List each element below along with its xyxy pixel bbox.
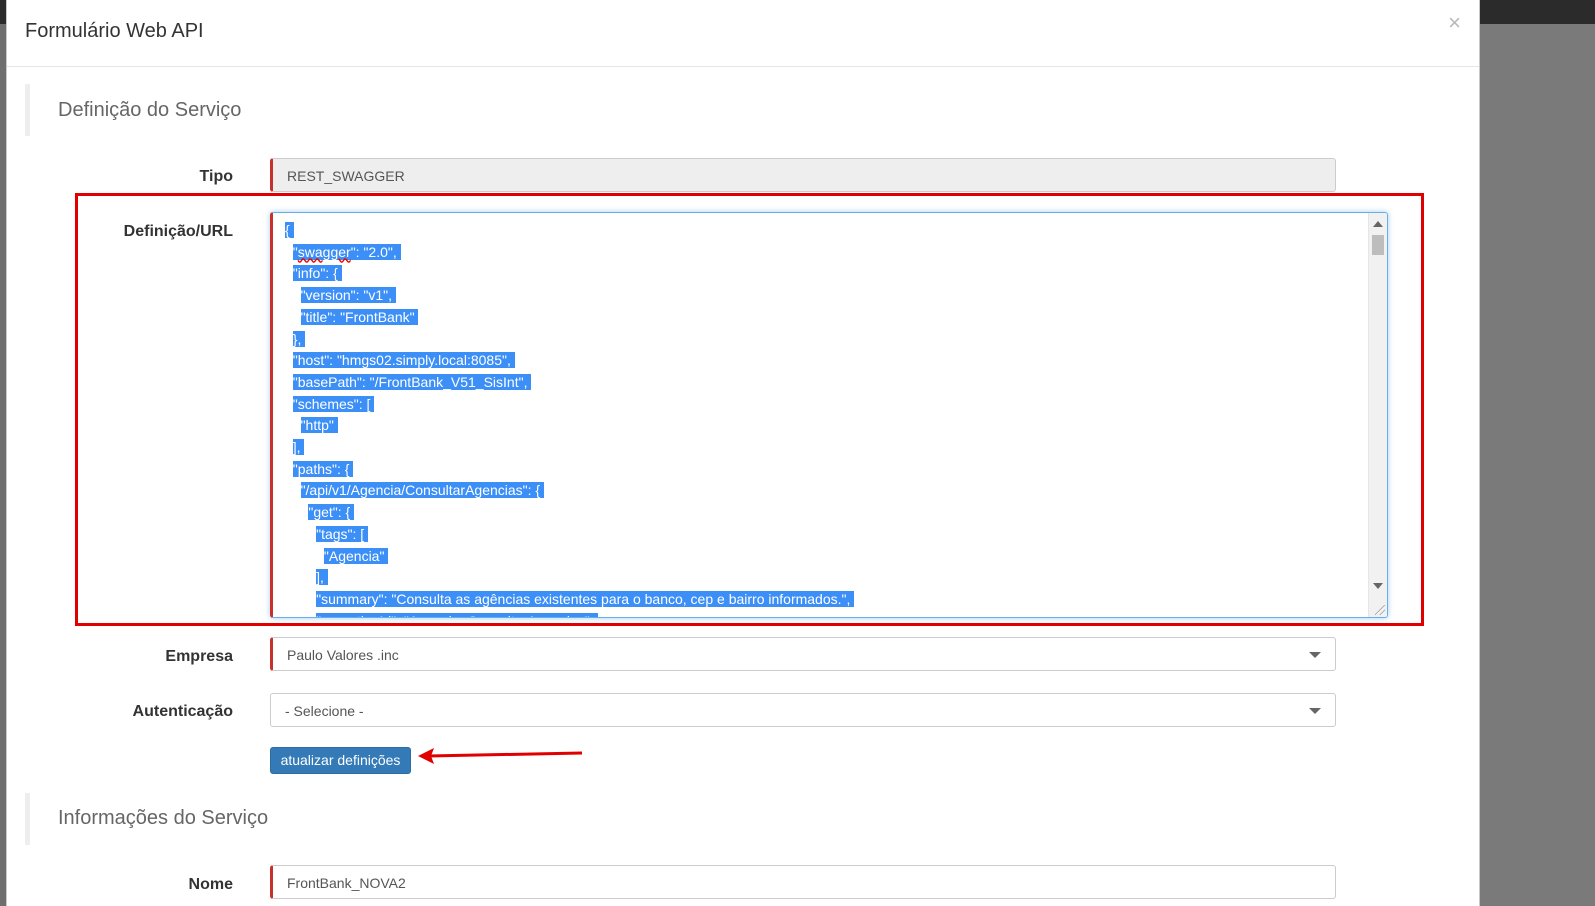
tipo-label: Tipo (199, 168, 233, 185)
autenticacao-label: Autenticação (132, 703, 233, 720)
code-line: ], (292, 439, 305, 456)
code-line: "title": "FrontBank" (300, 308, 419, 325)
empresa-value: Paulo Valores .inc (287, 647, 399, 663)
section-service-definition: Definição do Serviço (25, 84, 1470, 136)
autenticacao-select[interactable]: - Selecione - (270, 693, 1336, 727)
code-line: "/api/v1/Agencia/ConsultarAgencias": { (300, 482, 544, 499)
code-line: "version": "v1", (300, 287, 396, 304)
definicao-code: { "swagger": "2.0", "info": { "version":… (285, 220, 855, 617)
code-line: "info": { (292, 265, 342, 282)
section-service-info: Informações do Serviço (25, 793, 1470, 845)
annotation-arrow-icon (418, 748, 583, 764)
code-line: { (285, 222, 294, 238)
empresa-select[interactable]: Paulo Valores .inc (270, 637, 1336, 671)
modal-backdrop-right (1479, 24, 1595, 906)
close-icon[interactable]: × (1448, 12, 1461, 34)
definicao-textarea[interactable]: { "swagger": "2.0", "info": { "version":… (270, 212, 1388, 618)
code-line: "get": { (308, 504, 355, 521)
code-line: }, (292, 330, 306, 347)
modal-header: Formulário Web API × (7, 0, 1479, 67)
code-line: "Agencia" (323, 547, 389, 564)
scroll-thumb[interactable] (1372, 235, 1384, 255)
code-line: "schemes": [ (292, 395, 375, 412)
nome-label: Nome (188, 876, 233, 893)
chevron-down-icon (1309, 708, 1321, 714)
resize-handle-icon[interactable] (1375, 605, 1385, 615)
section-title: Definição do Serviço (58, 99, 242, 121)
scroll-up-icon[interactable] (1373, 221, 1383, 227)
textarea-scrollbar[interactable] (1368, 213, 1387, 617)
section-title: Informações do Serviço (58, 807, 269, 829)
code-line: "tags": [ (316, 525, 369, 542)
nome-field[interactable]: FrontBank_NOVA2 (270, 865, 1336, 899)
web-api-form-modal: Formulário Web API × Definição do Serviç… (6, 0, 1480, 906)
update-definitions-button[interactable]: atualizar definições (270, 747, 411, 774)
code-line: "paths": { (292, 460, 354, 477)
code-line: "http" (300, 417, 338, 434)
autenticacao-value: - Selecione - (285, 703, 364, 719)
scroll-down-icon[interactable] (1373, 583, 1383, 589)
code-line: "basePath": "/FrontBank_V51_SisInt", (292, 373, 532, 390)
code-line: ], (316, 569, 328, 586)
empresa-label: Empresa (165, 648, 233, 665)
code-line: "operationId": "Agencia_ConsultarAgencia… (285, 611, 854, 617)
tipo-field: REST_SWAGGER (270, 158, 1336, 192)
code-line: "host": "hmgs02.simply.local:8085", (292, 352, 515, 369)
chevron-down-icon (1309, 652, 1321, 658)
code-line: "summary": "Consulta as agências existen… (316, 590, 855, 607)
modal-title: Formulário Web API (25, 20, 204, 42)
definicao-label: Definição/URL (123, 223, 233, 240)
code-line: "swagger": "2.0", (292, 243, 401, 260)
